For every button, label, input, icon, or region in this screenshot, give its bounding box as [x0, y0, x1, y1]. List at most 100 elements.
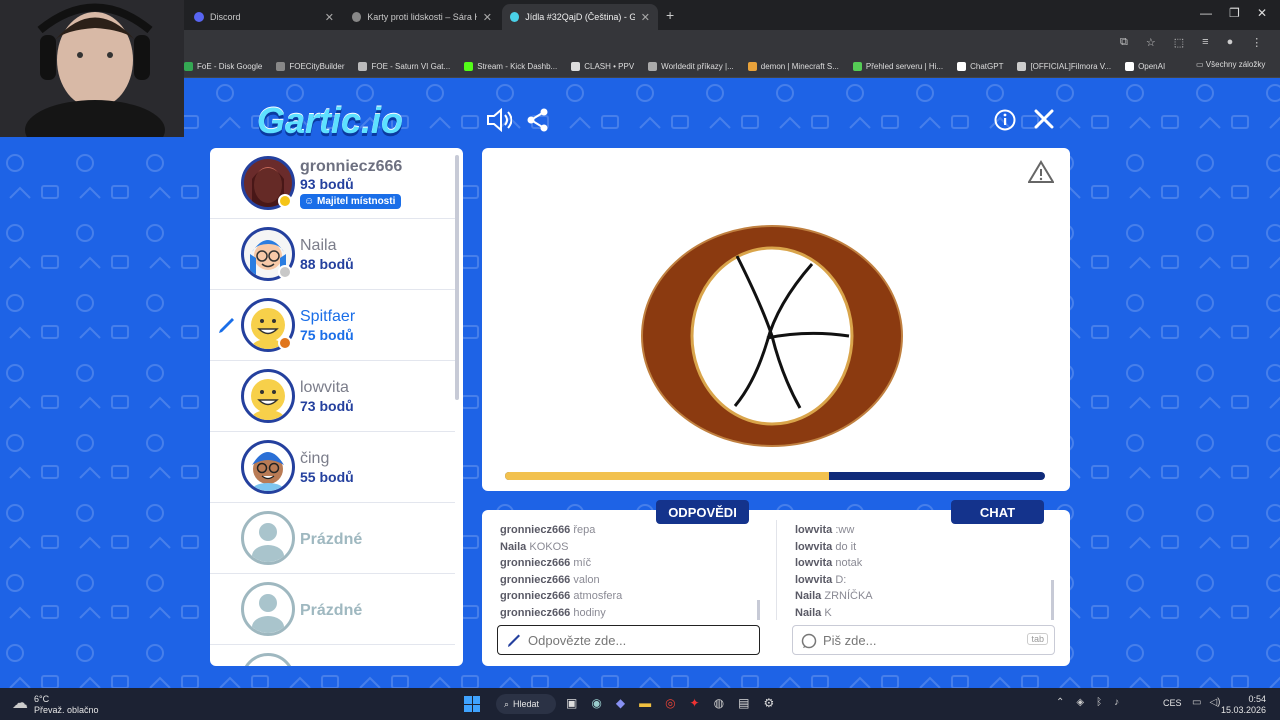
address-bar: ⧉ ☆ ⬚ ≡ ● ⋮: [0, 30, 1280, 56]
app-icon[interactable]: ◍: [714, 696, 724, 710]
message-user: lowvita: [795, 557, 833, 569]
mic-icon[interactable]: ♪: [1114, 697, 1119, 708]
new-tab-icon[interactable]: +: [666, 7, 674, 23]
bookmark-item[interactable]: Stream - Kick Dashb...: [464, 62, 557, 71]
close-window-icon[interactable]: ✕: [1257, 6, 1267, 20]
gartic-logo: Gartic.io: [257, 100, 404, 141]
player-score: 73 bodů: [300, 398, 354, 414]
message-text: atmosfera: [570, 590, 623, 602]
tab-gartic[interactable]: Jídla #32QajD (Čeština) - Gartic ✕: [502, 4, 658, 30]
message-item: lowvita :ww: [795, 524, 854, 536]
streamer-image: [0, 0, 184, 137]
minimize-icon[interactable]: —: [1200, 6, 1212, 20]
start-icon[interactable]: [464, 696, 480, 712]
chat-input[interactable]: Piš zde... tab: [792, 625, 1055, 655]
system-tray: ⌃ ◈ ᛒ ♪: [1056, 697, 1119, 708]
more-icon[interactable]: ⋮: [1251, 36, 1262, 49]
star-icon[interactable]: ☆: [1146, 36, 1156, 49]
player-name: Spitfaer: [300, 308, 356, 325]
app-icon[interactable]: ⚙: [763, 696, 774, 710]
folder-icon[interactable]: ▬: [639, 696, 651, 710]
bookmark-item[interactable]: OpenAI: [1125, 62, 1165, 71]
message-user: Naila: [795, 590, 822, 602]
bookmark-item[interactable]: FoE - Disk Google: [184, 62, 262, 71]
network-icon[interactable]: ▭: [1192, 697, 1201, 708]
bookmark-item[interactable]: FOE - Saturn VI Gat...: [358, 62, 450, 71]
message-user: lowvita: [795, 524, 833, 536]
players-scrollbar[interactable]: [455, 155, 459, 400]
bookmark-icon: [571, 62, 581, 71]
weather-icon[interactable]: ☁: [12, 693, 28, 713]
search-box[interactable]: ⌕ Hledat: [496, 694, 556, 714]
discord-icon[interactable]: ◆: [616, 696, 625, 710]
report-warning-icon[interactable]: [1027, 160, 1055, 189]
extensions-icon[interactable]: ⬚: [1174, 36, 1184, 49]
message-user: gronniecz666: [500, 557, 571, 569]
player-row[interactable]: gronniecz666 93 bodů ☺ Majitel místnosti: [210, 148, 455, 219]
bookmark-item[interactable]: [OFFICIAL]Filmora V...: [1017, 62, 1111, 71]
chrome-icon[interactable]: ◎: [665, 696, 675, 710]
player-row[interactable]: Naila 88 bodů: [210, 219, 455, 290]
cast-icon[interactable]: ⧉: [1120, 36, 1128, 49]
player-score: 75 bodů: [300, 327, 354, 343]
tray-icon[interactable]: ◈: [1076, 697, 1084, 708]
player-row[interactable]: čing 55 bodů: [210, 432, 455, 503]
bluetooth-icon[interactable]: ᛒ: [1096, 697, 1102, 708]
answers-scrollbar[interactable]: [757, 600, 760, 620]
message-text: D:: [832, 573, 847, 586]
message-item: gronniecz666 míč: [500, 557, 591, 569]
bookmark-item[interactable]: CLASH • PPV: [571, 62, 634, 71]
chat-header[interactable]: CHAT: [951, 500, 1044, 524]
language-indicator[interactable]: CES: [1163, 698, 1182, 708]
menu-icon[interactable]: ≡: [1202, 36, 1208, 49]
message-text: řepa: [570, 524, 596, 536]
chevron-up-icon[interactable]: ⌃: [1056, 697, 1064, 708]
chat-scrollbar[interactable]: [1051, 580, 1054, 620]
close-tab-icon[interactable]: ✕: [325, 11, 334, 24]
player-row[interactable]: Spitfaer 75 bodů: [210, 290, 455, 361]
bookmark-icon: [276, 62, 286, 71]
player-row[interactable]: lowvita 73 bodů: [210, 361, 455, 432]
all-bookmarks[interactable]: ▭ Všechny záložky: [1196, 60, 1265, 69]
answer-input[interactable]: Odpovězte zde...: [497, 625, 760, 655]
tab-karty[interactable]: Karty proti lidskosti – Sára Hýž... ✕: [344, 4, 500, 30]
app-icon[interactable]: ▤: [738, 696, 749, 710]
share-icon[interactable]: [526, 108, 550, 138]
player-score: 93 bodů: [300, 176, 354, 192]
bookmark-item[interactable]: Worldedit příkazy |...: [648, 62, 734, 71]
browser-tab-bar: Discord ✕ Karty proti lidskosti – Sára H…: [0, 0, 1280, 30]
steam-icon[interactable]: ◉: [591, 696, 601, 710]
message-item: Naila KOKOS: [500, 541, 568, 553]
status-dot: [278, 194, 292, 208]
app-icon[interactable]: ▣: [566, 696, 577, 710]
folder-icon: ▭: [1196, 60, 1206, 69]
close-tab-icon[interactable]: ✕: [483, 11, 492, 24]
close-tab-icon[interactable]: ✕: [641, 11, 650, 24]
empty-avatar-icon: [241, 582, 295, 636]
bookmark-item[interactable]: ChatGPT: [957, 62, 1003, 71]
bookmark-item[interactable]: demon | Minecraft S...: [747, 62, 839, 71]
maximize-icon[interactable]: ❐: [1229, 6, 1240, 20]
bookmark-item[interactable]: Přehled serveru | Hi...: [852, 62, 943, 71]
clock-date[interactable]: 15.03.2026: [1218, 705, 1266, 715]
message-user: gronniecz666: [500, 606, 571, 619]
bookmark-item[interactable]: FOECityBuilder: [276, 62, 344, 71]
close-game-icon[interactable]: [1033, 108, 1055, 136]
status-dot: [278, 265, 292, 279]
drawing-canvas[interactable]: [482, 148, 1070, 491]
app-icon[interactable]: ✦: [690, 696, 700, 710]
tab-discord[interactable]: Discord ✕: [186, 4, 342, 30]
answers-header[interactable]: ODPOVĚDI: [656, 500, 749, 524]
message-item: gronniecz666 řepa: [500, 524, 595, 536]
profile-icon[interactable]: ●: [1227, 36, 1234, 49]
pencil-icon: [506, 633, 522, 652]
message-item: lowvita notak: [795, 557, 862, 569]
clock-time[interactable]: 0:54: [1226, 694, 1266, 704]
sound-icon[interactable]: [486, 107, 513, 138]
message-item: lowvita D:: [795, 574, 846, 586]
empty-slot: Prázdné: [210, 574, 455, 645]
bookmarks-bar: FoE - Disk Google FOECityBuilder FOE - Sat…: [0, 56, 1280, 78]
bookmark-icon: [358, 62, 368, 71]
info-icon[interactable]: [994, 109, 1016, 137]
player-score: 88 bodů: [300, 256, 354, 272]
